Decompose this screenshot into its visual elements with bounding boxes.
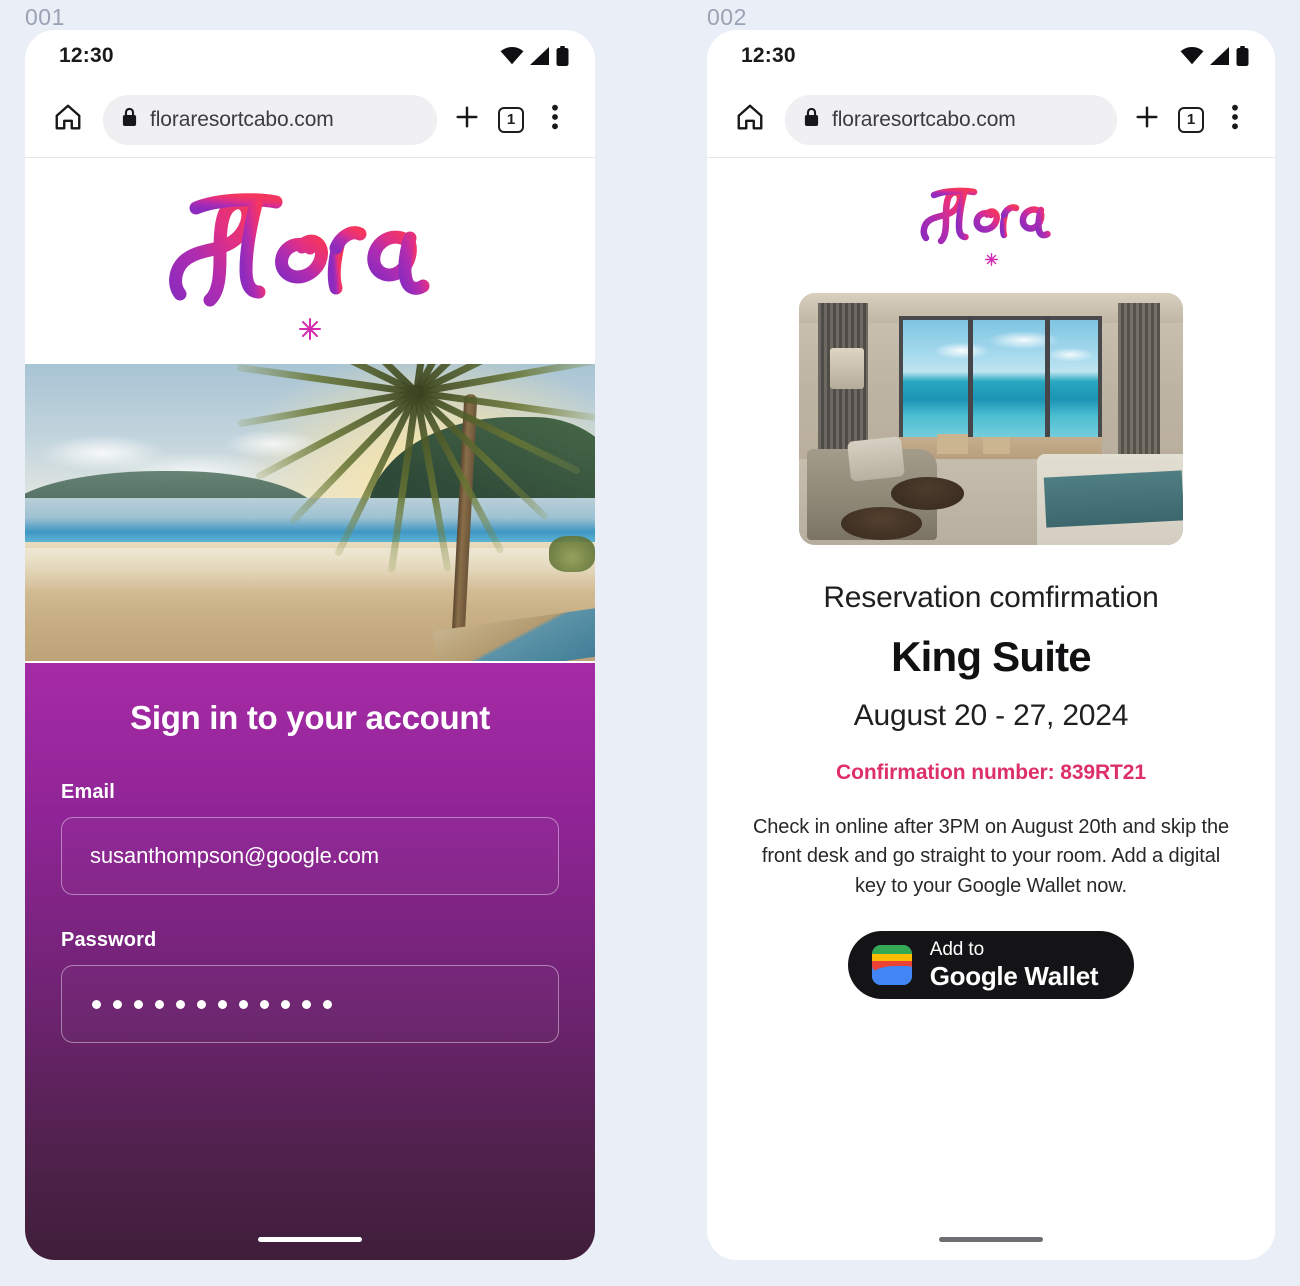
confirmation-number: Confirmation number: 839RT21	[836, 761, 1146, 784]
page-viewport-001: Sign in to your account Email susanthomp…	[25, 158, 595, 1260]
home-button[interactable]	[45, 97, 91, 143]
stay-dates: August 20 - 27, 2024	[853, 699, 1129, 732]
address-bar[interactable]: floraresortcabo.com	[103, 94, 437, 145]
lock-icon	[121, 107, 138, 132]
room-name: King Suite	[891, 633, 1091, 680]
room-coffee-table-1	[891, 476, 965, 510]
email-input-value: susanthompson@google.com	[90, 843, 379, 868]
room-cushion	[846, 436, 905, 483]
email-input[interactable]: susanthompson@google.com	[61, 817, 559, 895]
status-icons	[500, 46, 569, 66]
signin-panel: Sign in to your account Email susanthomp…	[25, 663, 595, 1260]
frame-label-001: 001	[25, 4, 65, 30]
wallet-button-big-label: Google Wallet	[929, 960, 1099, 991]
tab-switcher-button[interactable]: 1	[489, 98, 533, 142]
frame-label-002: 002	[707, 4, 747, 30]
home-icon	[53, 102, 83, 137]
password-masked-value	[90, 999, 332, 1009]
room-window-ocean-view	[898, 315, 1103, 447]
browser-menu-button[interactable]	[533, 98, 577, 142]
google-wallet-icon	[871, 945, 912, 986]
tab-count-badge: 1	[1178, 106, 1204, 133]
asterisk-flower-icon	[984, 253, 998, 266]
email-label: Email	[61, 781, 115, 803]
hero-beach-photo	[25, 364, 595, 661]
home-icon	[735, 102, 765, 137]
gesture-nav-bar-002[interactable]	[939, 1237, 1043, 1242]
room-stool-2	[983, 436, 1011, 455]
room-wall-lamp	[829, 348, 865, 389]
password-input[interactable]	[61, 965, 559, 1043]
phone-frame-001: 12:30 floraresortcabo.com 1 Sign in to y…	[25, 30, 595, 1260]
overflow-menu-icon	[1231, 103, 1239, 136]
wifi-icon	[1180, 47, 1204, 65]
phone-frame-002: 12:30 floraresortcabo.com 1 Reservation …	[707, 30, 1275, 1260]
lock-icon	[803, 107, 820, 132]
browser-menu-button[interactable]	[1213, 98, 1257, 142]
home-button[interactable]	[727, 97, 773, 143]
battery-icon	[556, 46, 569, 66]
tab-switcher-button[interactable]: 1	[1169, 98, 1213, 142]
battery-icon	[1236, 46, 1249, 66]
plus-icon	[453, 103, 481, 136]
password-label: Password	[61, 929, 157, 951]
status-bar: 12:30	[25, 30, 595, 82]
flora-logo-hero	[25, 158, 595, 364]
checkin-instructions: Check in online after 3PM on August 20th…	[752, 816, 1230, 897]
reservation-confirmation-page: Reservation comfirmation King Suite Augu…	[707, 158, 1275, 1260]
status-time: 12:30	[741, 44, 796, 67]
plus-icon	[1133, 103, 1161, 136]
cellular-signal-icon	[1210, 47, 1230, 65]
new-tab-button[interactable]	[445, 98, 489, 142]
cellular-signal-icon	[530, 47, 550, 65]
address-bar-url: floraresortcabo.com	[832, 107, 1016, 131]
address-bar-url: floraresortcabo.com	[150, 107, 334, 131]
photo-shrub	[549, 536, 595, 572]
wallet-button-small-label: Add to	[929, 939, 985, 961]
flora-wordmark	[920, 187, 1051, 245]
flora-wordmark	[169, 193, 430, 307]
page-viewport-002: Reservation comfirmation King Suite Augu…	[707, 158, 1275, 1260]
room-bed-throw	[1043, 470, 1183, 529]
address-bar[interactable]: floraresortcabo.com	[785, 94, 1117, 145]
browser-toolbar: floraresortcabo.com 1	[707, 82, 1275, 158]
screenshot-stage: 001 002 12:30 floraresortcabo.com 1 Sign…	[0, 0, 1300, 1286]
email-field-group: Email susanthompson@google.com	[61, 781, 559, 895]
asterisk-flower-icon	[299, 318, 321, 340]
room-coffee-table-2	[841, 507, 922, 540]
status-bar: 12:30	[707, 30, 1275, 82]
room-stool-1	[937, 434, 968, 455]
new-tab-button[interactable]	[1125, 98, 1169, 142]
tab-count-badge: 1	[498, 106, 524, 133]
add-to-google-wallet-button[interactable]: Add to Google Wallet	[847, 931, 1135, 1000]
password-field-group: Password	[61, 929, 559, 1043]
photo-wet-sand	[25, 548, 595, 590]
photo-palm-fronds	[236, 364, 595, 573]
signin-title: Sign in to your account	[130, 699, 490, 736]
confirmation-kicker: Reservation comfirmation	[823, 581, 1159, 614]
status-time: 12:30	[59, 44, 114, 67]
overflow-menu-icon	[551, 103, 559, 136]
status-icons	[1180, 46, 1249, 66]
browser-toolbar: floraresortcabo.com 1	[25, 82, 595, 158]
room-photo	[799, 293, 1183, 545]
wallet-button-text: Add to Google Wallet	[929, 939, 1099, 991]
flora-logo-small	[916, 158, 1066, 277]
gesture-nav-bar-001[interactable]	[258, 1237, 362, 1242]
wifi-icon	[500, 47, 524, 65]
